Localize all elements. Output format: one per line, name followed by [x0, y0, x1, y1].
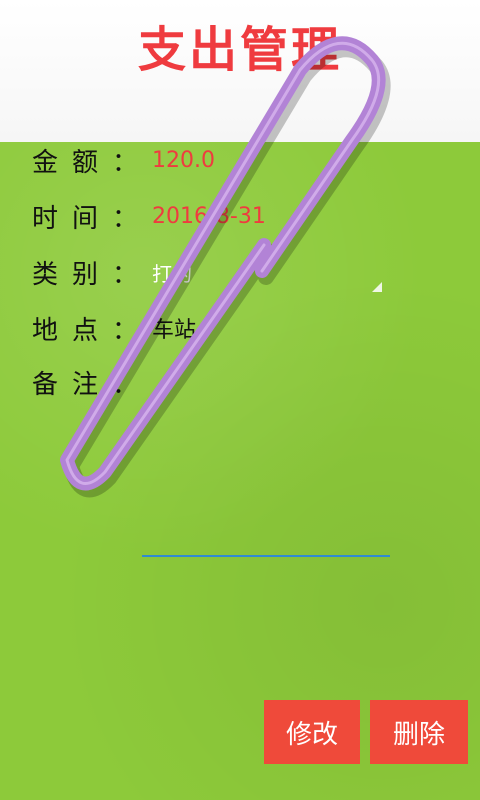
paperclip-icon: [60, 36, 391, 498]
